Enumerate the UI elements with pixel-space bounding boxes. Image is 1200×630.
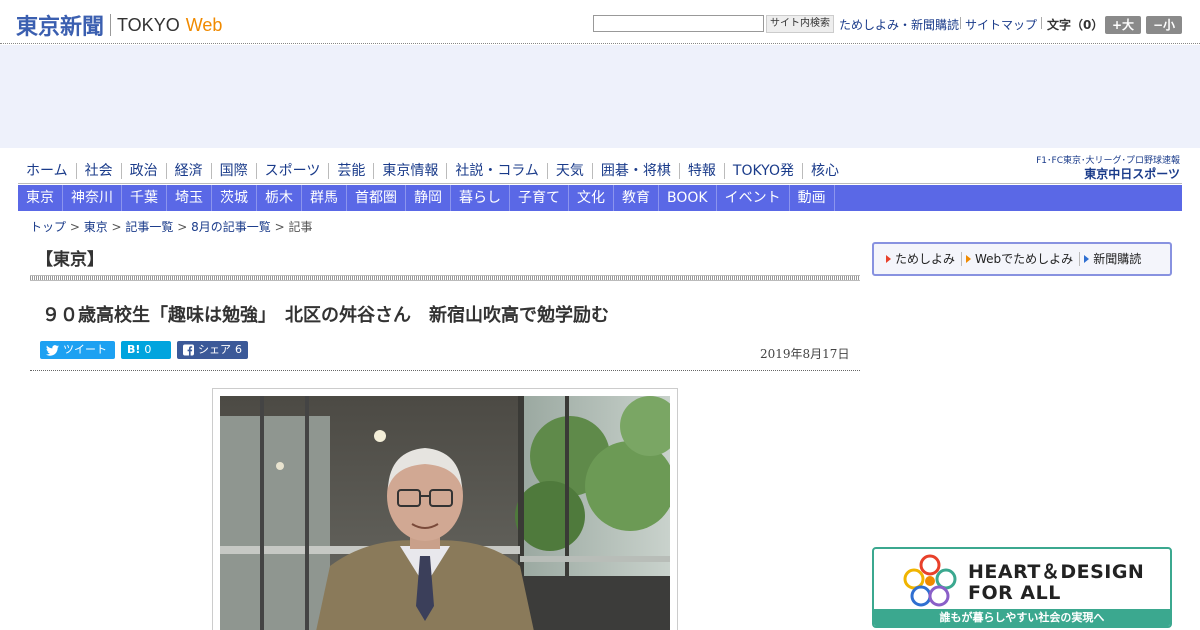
site-logo[interactable]: 東京新聞 TOKYO Web bbox=[16, 9, 222, 41]
sub-item-chiba[interactable]: 千葉 bbox=[122, 185, 167, 211]
facebook-share-label: シェア bbox=[198, 343, 231, 356]
nav-item-sports[interactable]: スポーツ bbox=[257, 162, 330, 179]
heart-design-logo-icon bbox=[903, 554, 957, 607]
header-divider bbox=[1041, 17, 1042, 29]
sports-logo[interactable]: F1･FC東京･大リーグ･プロ野球速報 東京中日スポーツ bbox=[1020, 153, 1180, 181]
breadcrumb-separator: > bbox=[270, 220, 289, 234]
sub-item-video[interactable]: 動画 bbox=[790, 185, 835, 211]
ad-banner-area bbox=[0, 45, 1200, 148]
sitemap-link[interactable]: サイトマップ bbox=[965, 16, 1037, 33]
tab-trial-read[interactable]: ためしよみ bbox=[882, 252, 963, 266]
sub-item-kanagawa[interactable]: 神奈川 bbox=[63, 185, 122, 211]
hatena-count: 0 bbox=[144, 343, 152, 356]
elderly-student-photo bbox=[220, 396, 670, 630]
article-date: 2019年8月17日 bbox=[760, 347, 850, 361]
facebook-share-count: 6 bbox=[235, 343, 242, 356]
breadcrumb-tokyo[interactable]: 東京 bbox=[84, 220, 108, 234]
breadcrumb-month-list[interactable]: 8月の記事一覧 bbox=[191, 220, 271, 234]
nav-item-weather[interactable]: 天気 bbox=[548, 162, 593, 179]
sub-item-tokyo[interactable]: 東京 bbox=[18, 185, 63, 211]
header-divider bbox=[960, 17, 961, 29]
logo-tokyo: TOKYO bbox=[117, 14, 180, 35]
tweet-label: ツイート bbox=[63, 343, 107, 356]
breadcrumb-separator: > bbox=[173, 220, 192, 234]
tab-subscribe-label: 新聞購読 bbox=[1093, 252, 1142, 266]
tab-web-trial-read[interactable]: Webでためしよみ bbox=[962, 252, 1081, 266]
sub-item-saitama[interactable]: 埼玉 bbox=[167, 185, 212, 211]
search-input[interactable] bbox=[593, 15, 764, 32]
logo-divider bbox=[110, 14, 112, 36]
site-header: 東京新聞 TOKYO Web サイト内検索 ためしよみ・新聞購読 サイトマップ … bbox=[0, 0, 1200, 44]
breadcrumb: トップ > 東京 > 記事一覧 > 8月の記事一覧 > 記事 bbox=[30, 218, 312, 235]
hatena-bookmark-button[interactable]: B! 0 bbox=[121, 341, 171, 359]
article-headline: ９０歳高校生「趣味は勉強」 北区の舛谷さん 新宿山吹高で勉学励む bbox=[42, 305, 609, 326]
region-navigation: 東京 神奈川 千葉 埼玉 茨城 栃木 群馬 首都圏 静岡 暮らし 子育て 文化 … bbox=[18, 185, 1182, 211]
font-size-label: 文字（0） bbox=[1047, 18, 1104, 32]
trial-subscribe-link[interactable]: ためしよみ・新聞購読 bbox=[839, 16, 959, 33]
sub-item-book[interactable]: BOOK bbox=[659, 185, 717, 211]
nav-item-tokyo-info[interactable]: 東京情報 bbox=[374, 162, 448, 179]
nav-item-international[interactable]: 国際 bbox=[212, 162, 257, 179]
nav-item-core[interactable]: 核心 bbox=[803, 163, 847, 179]
heart-design-banner[interactable]: HEART＆DESIGN FOR ALL 誰もが暮らしやすい社会の実現へ bbox=[872, 547, 1172, 628]
sub-item-shutoken[interactable]: 首都圏 bbox=[347, 185, 406, 211]
nav-item-economy[interactable]: 経済 bbox=[167, 162, 212, 179]
sports-logo-name: 東京中日スポーツ bbox=[1084, 167, 1180, 181]
subscription-tabs: ためしよみ Webでためしよみ 新聞購読 bbox=[872, 242, 1172, 276]
article-photo[interactable] bbox=[220, 396, 670, 630]
breadcrumb-separator: > bbox=[107, 220, 126, 234]
breadcrumb-top[interactable]: トップ bbox=[30, 220, 66, 234]
logo-web: Web bbox=[185, 14, 223, 35]
sub-item-education[interactable]: 教育 bbox=[614, 185, 659, 211]
article-divider bbox=[30, 370, 860, 371]
sub-item-event[interactable]: イベント bbox=[717, 185, 790, 211]
arrow-right-icon bbox=[886, 255, 891, 263]
tab-web-trial-read-label: Webでためしよみ bbox=[975, 252, 1074, 266]
breadcrumb-separator: > bbox=[66, 220, 84, 234]
section-divider bbox=[30, 275, 860, 281]
sub-item-shizuoka[interactable]: 静岡 bbox=[406, 185, 451, 211]
facebook-share-button[interactable]: シェア 6 bbox=[177, 341, 248, 359]
sub-item-tochigi[interactable]: 栃木 bbox=[257, 185, 302, 211]
font-smaller-button[interactable]: −小 bbox=[1146, 16, 1182, 34]
tab-subscribe[interactable]: 新聞購読 bbox=[1080, 252, 1147, 266]
sub-item-culture[interactable]: 文化 bbox=[569, 185, 614, 211]
font-larger-button[interactable]: +大 bbox=[1105, 16, 1141, 34]
banner-caption: 誰もが暮らしやすい社会の実現へ bbox=[874, 609, 1170, 626]
tweet-button[interactable]: ツイート bbox=[40, 341, 115, 359]
breadcrumb-current: 記事 bbox=[288, 220, 313, 234]
article-photo-frame bbox=[212, 388, 678, 630]
banner-heading-line1: HEART＆DESIGN bbox=[968, 561, 1145, 583]
arrow-right-icon bbox=[1084, 255, 1090, 263]
breadcrumb-article-list[interactable]: 記事一覧 bbox=[125, 220, 173, 234]
nav-divider bbox=[18, 183, 1182, 184]
hatena-icon: B! bbox=[127, 343, 141, 356]
nav-item-special[interactable]: 特報 bbox=[680, 162, 725, 179]
banner-heading-line2: FOR ALL bbox=[968, 582, 1061, 604]
sub-item-ibaraki[interactable]: 茨城 bbox=[212, 185, 257, 211]
nav-item-politics[interactable]: 政治 bbox=[122, 162, 167, 179]
main-navigation: ホーム 社会 政治 経済 国際 スポーツ 芸能 東京情報 社説・コラム 天気 囲… bbox=[18, 158, 847, 183]
nav-item-editorial[interactable]: 社説・コラム bbox=[447, 162, 548, 179]
nav-item-entertainment[interactable]: 芸能 bbox=[329, 162, 375, 179]
arrow-right-icon bbox=[966, 255, 972, 263]
nav-item-society[interactable]: 社会 bbox=[77, 162, 122, 179]
section-title: 【東京】 bbox=[36, 250, 104, 270]
sub-item-parenting[interactable]: 子育て bbox=[510, 185, 569, 211]
nav-item-tokyo-hatsu[interactable]: TOKYO発 bbox=[725, 162, 803, 179]
nav-item-home[interactable]: ホーム bbox=[18, 162, 77, 179]
logo-japanese: 東京新聞 bbox=[16, 14, 105, 40]
nav-item-go-shogi[interactable]: 囲碁・将棋 bbox=[593, 162, 680, 179]
sub-item-living[interactable]: 暮らし bbox=[451, 185, 510, 211]
twitter-bird-icon bbox=[46, 344, 59, 356]
facebook-icon bbox=[183, 344, 194, 356]
tab-trial-read-label: ためしよみ bbox=[895, 252, 956, 266]
sub-item-gunma[interactable]: 群馬 bbox=[302, 185, 347, 211]
site-search-button[interactable]: サイト内検索 bbox=[766, 15, 834, 33]
